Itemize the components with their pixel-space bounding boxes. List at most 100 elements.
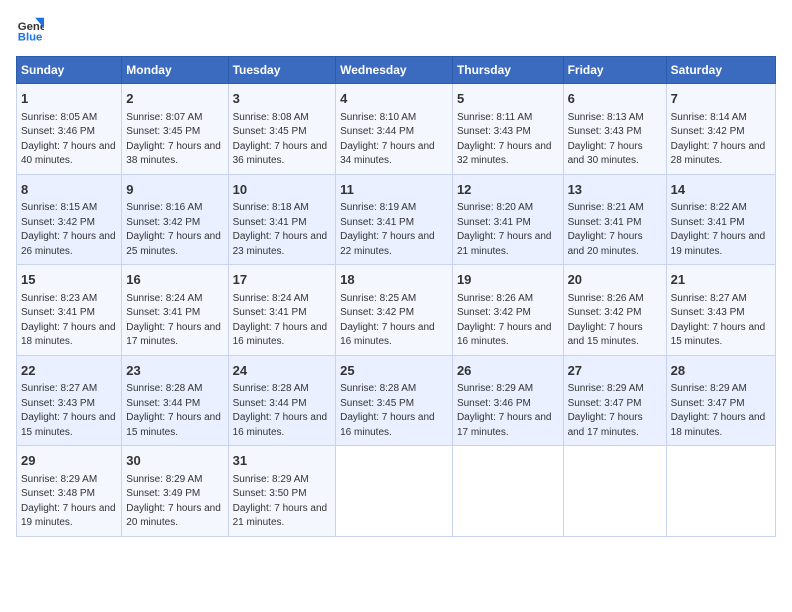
day-number: 27 [568, 361, 662, 381]
cell-details: Sunrise: 8:26 AMSunset: 3:42 PMDaylight:… [568, 292, 662, 350]
cell-details: Sunrise: 8:29 AMSunset: 3:47 PMDaylight:… [671, 382, 771, 440]
cell-details: Sunrise: 8:19 AMSunset: 3:41 PMDaylight:… [340, 201, 448, 259]
day-number: 16 [126, 270, 223, 290]
calendar-cell: 8Sunrise: 8:15 AMSunset: 3:42 PMDaylight… [17, 174, 122, 265]
svg-text:Blue: Blue [18, 32, 43, 44]
weekday-header: Wednesday [336, 57, 453, 84]
calendar-week-row: 8Sunrise: 8:15 AMSunset: 3:42 PMDaylight… [17, 174, 776, 265]
cell-details: Sunrise: 8:16 AMSunset: 3:42 PMDaylight:… [126, 201, 223, 259]
logo-icon: General Blue [16, 16, 44, 44]
calendar-week-row: 1Sunrise: 8:05 AMSunset: 3:46 PMDaylight… [17, 84, 776, 175]
calendar-cell: 1Sunrise: 8:05 AMSunset: 3:46 PMDaylight… [17, 84, 122, 175]
day-number: 26 [457, 361, 559, 381]
day-number: 1 [21, 89, 117, 109]
calendar-cell: 30Sunrise: 8:29 AMSunset: 3:49 PMDayligh… [122, 446, 228, 537]
cell-details: Sunrise: 8:28 AMSunset: 3:44 PMDaylight:… [126, 382, 223, 440]
calendar-cell [452, 446, 563, 537]
calendar-cell: 17Sunrise: 8:24 AMSunset: 3:41 PMDayligh… [228, 265, 336, 356]
cell-details: Sunrise: 8:22 AMSunset: 3:41 PMDaylight:… [671, 201, 771, 259]
calendar-cell: 2Sunrise: 8:07 AMSunset: 3:45 PMDaylight… [122, 84, 228, 175]
calendar-cell: 26Sunrise: 8:29 AMSunset: 3:46 PMDayligh… [452, 355, 563, 446]
calendar-cell: 28Sunrise: 8:29 AMSunset: 3:47 PMDayligh… [666, 355, 775, 446]
calendar-cell: 18Sunrise: 8:25 AMSunset: 3:42 PMDayligh… [336, 265, 453, 356]
day-number: 25 [340, 361, 448, 381]
day-number: 5 [457, 89, 559, 109]
calendar-cell: 27Sunrise: 8:29 AMSunset: 3:47 PMDayligh… [563, 355, 666, 446]
day-number: 24 [233, 361, 332, 381]
calendar-cell: 31Sunrise: 8:29 AMSunset: 3:50 PMDayligh… [228, 446, 336, 537]
cell-details: Sunrise: 8:29 AMSunset: 3:50 PMDaylight:… [233, 473, 332, 531]
cell-details: Sunrise: 8:23 AMSunset: 3:41 PMDaylight:… [21, 292, 117, 350]
calendar-table: SundayMondayTuesdayWednesdayThursdayFrid… [16, 56, 776, 537]
cell-details: Sunrise: 8:24 AMSunset: 3:41 PMDaylight:… [126, 292, 223, 350]
weekday-header: Saturday [666, 57, 775, 84]
calendar-cell: 15Sunrise: 8:23 AMSunset: 3:41 PMDayligh… [17, 265, 122, 356]
calendar-cell: 19Sunrise: 8:26 AMSunset: 3:42 PMDayligh… [452, 265, 563, 356]
calendar-cell: 7Sunrise: 8:14 AMSunset: 3:42 PMDaylight… [666, 84, 775, 175]
day-number: 2 [126, 89, 223, 109]
calendar-week-row: 29Sunrise: 8:29 AMSunset: 3:48 PMDayligh… [17, 446, 776, 537]
day-number: 15 [21, 270, 117, 290]
day-number: 9 [126, 180, 223, 200]
cell-details: Sunrise: 8:11 AMSunset: 3:43 PMDaylight:… [457, 111, 559, 169]
calendar-cell: 24Sunrise: 8:28 AMSunset: 3:44 PMDayligh… [228, 355, 336, 446]
day-number: 30 [126, 451, 223, 471]
cell-details: Sunrise: 8:29 AMSunset: 3:48 PMDaylight:… [21, 473, 117, 531]
day-number: 14 [671, 180, 771, 200]
calendar-cell: 23Sunrise: 8:28 AMSunset: 3:44 PMDayligh… [122, 355, 228, 446]
day-number: 23 [126, 361, 223, 381]
day-number: 8 [21, 180, 117, 200]
weekday-header: Thursday [452, 57, 563, 84]
day-number: 10 [233, 180, 332, 200]
page-header: General Blue [16, 16, 776, 44]
calendar-cell: 13Sunrise: 8:21 AMSunset: 3:41 PMDayligh… [563, 174, 666, 265]
day-number: 17 [233, 270, 332, 290]
calendar-cell [563, 446, 666, 537]
calendar-cell: 29Sunrise: 8:29 AMSunset: 3:48 PMDayligh… [17, 446, 122, 537]
calendar-cell: 22Sunrise: 8:27 AMSunset: 3:43 PMDayligh… [17, 355, 122, 446]
cell-details: Sunrise: 8:26 AMSunset: 3:42 PMDaylight:… [457, 292, 559, 350]
cell-details: Sunrise: 8:29 AMSunset: 3:46 PMDaylight:… [457, 382, 559, 440]
cell-details: Sunrise: 8:20 AMSunset: 3:41 PMDaylight:… [457, 201, 559, 259]
calendar-cell: 12Sunrise: 8:20 AMSunset: 3:41 PMDayligh… [452, 174, 563, 265]
calendar-cell: 25Sunrise: 8:28 AMSunset: 3:45 PMDayligh… [336, 355, 453, 446]
day-number: 13 [568, 180, 662, 200]
cell-details: Sunrise: 8:15 AMSunset: 3:42 PMDaylight:… [21, 201, 117, 259]
day-number: 11 [340, 180, 448, 200]
calendar-cell: 16Sunrise: 8:24 AMSunset: 3:41 PMDayligh… [122, 265, 228, 356]
cell-details: Sunrise: 8:28 AMSunset: 3:45 PMDaylight:… [340, 382, 448, 440]
calendar-cell: 11Sunrise: 8:19 AMSunset: 3:41 PMDayligh… [336, 174, 453, 265]
cell-details: Sunrise: 8:29 AMSunset: 3:47 PMDaylight:… [568, 382, 662, 440]
calendar-header-row: SundayMondayTuesdayWednesdayThursdayFrid… [17, 57, 776, 84]
calendar-cell [666, 446, 775, 537]
calendar-week-row: 22Sunrise: 8:27 AMSunset: 3:43 PMDayligh… [17, 355, 776, 446]
cell-details: Sunrise: 8:21 AMSunset: 3:41 PMDaylight:… [568, 201, 662, 259]
calendar-week-row: 15Sunrise: 8:23 AMSunset: 3:41 PMDayligh… [17, 265, 776, 356]
day-number: 19 [457, 270, 559, 290]
logo: General Blue [16, 16, 44, 44]
weekday-header: Friday [563, 57, 666, 84]
cell-details: Sunrise: 8:10 AMSunset: 3:44 PMDaylight:… [340, 111, 448, 169]
cell-details: Sunrise: 8:28 AMSunset: 3:44 PMDaylight:… [233, 382, 332, 440]
calendar-body: 1Sunrise: 8:05 AMSunset: 3:46 PMDaylight… [17, 84, 776, 537]
day-number: 7 [671, 89, 771, 109]
day-number: 4 [340, 89, 448, 109]
day-number: 28 [671, 361, 771, 381]
calendar-cell: 4Sunrise: 8:10 AMSunset: 3:44 PMDaylight… [336, 84, 453, 175]
day-number: 6 [568, 89, 662, 109]
day-number: 18 [340, 270, 448, 290]
cell-details: Sunrise: 8:18 AMSunset: 3:41 PMDaylight:… [233, 201, 332, 259]
weekday-header: Tuesday [228, 57, 336, 84]
cell-details: Sunrise: 8:13 AMSunset: 3:43 PMDaylight:… [568, 111, 662, 169]
day-number: 3 [233, 89, 332, 109]
weekday-header: Sunday [17, 57, 122, 84]
cell-details: Sunrise: 8:07 AMSunset: 3:45 PMDaylight:… [126, 111, 223, 169]
cell-details: Sunrise: 8:05 AMSunset: 3:46 PMDaylight:… [21, 111, 117, 169]
calendar-cell: 21Sunrise: 8:27 AMSunset: 3:43 PMDayligh… [666, 265, 775, 356]
day-number: 31 [233, 451, 332, 471]
calendar-cell: 10Sunrise: 8:18 AMSunset: 3:41 PMDayligh… [228, 174, 336, 265]
calendar-cell: 14Sunrise: 8:22 AMSunset: 3:41 PMDayligh… [666, 174, 775, 265]
day-number: 12 [457, 180, 559, 200]
cell-details: Sunrise: 8:27 AMSunset: 3:43 PMDaylight:… [21, 382, 117, 440]
calendar-cell: 9Sunrise: 8:16 AMSunset: 3:42 PMDaylight… [122, 174, 228, 265]
